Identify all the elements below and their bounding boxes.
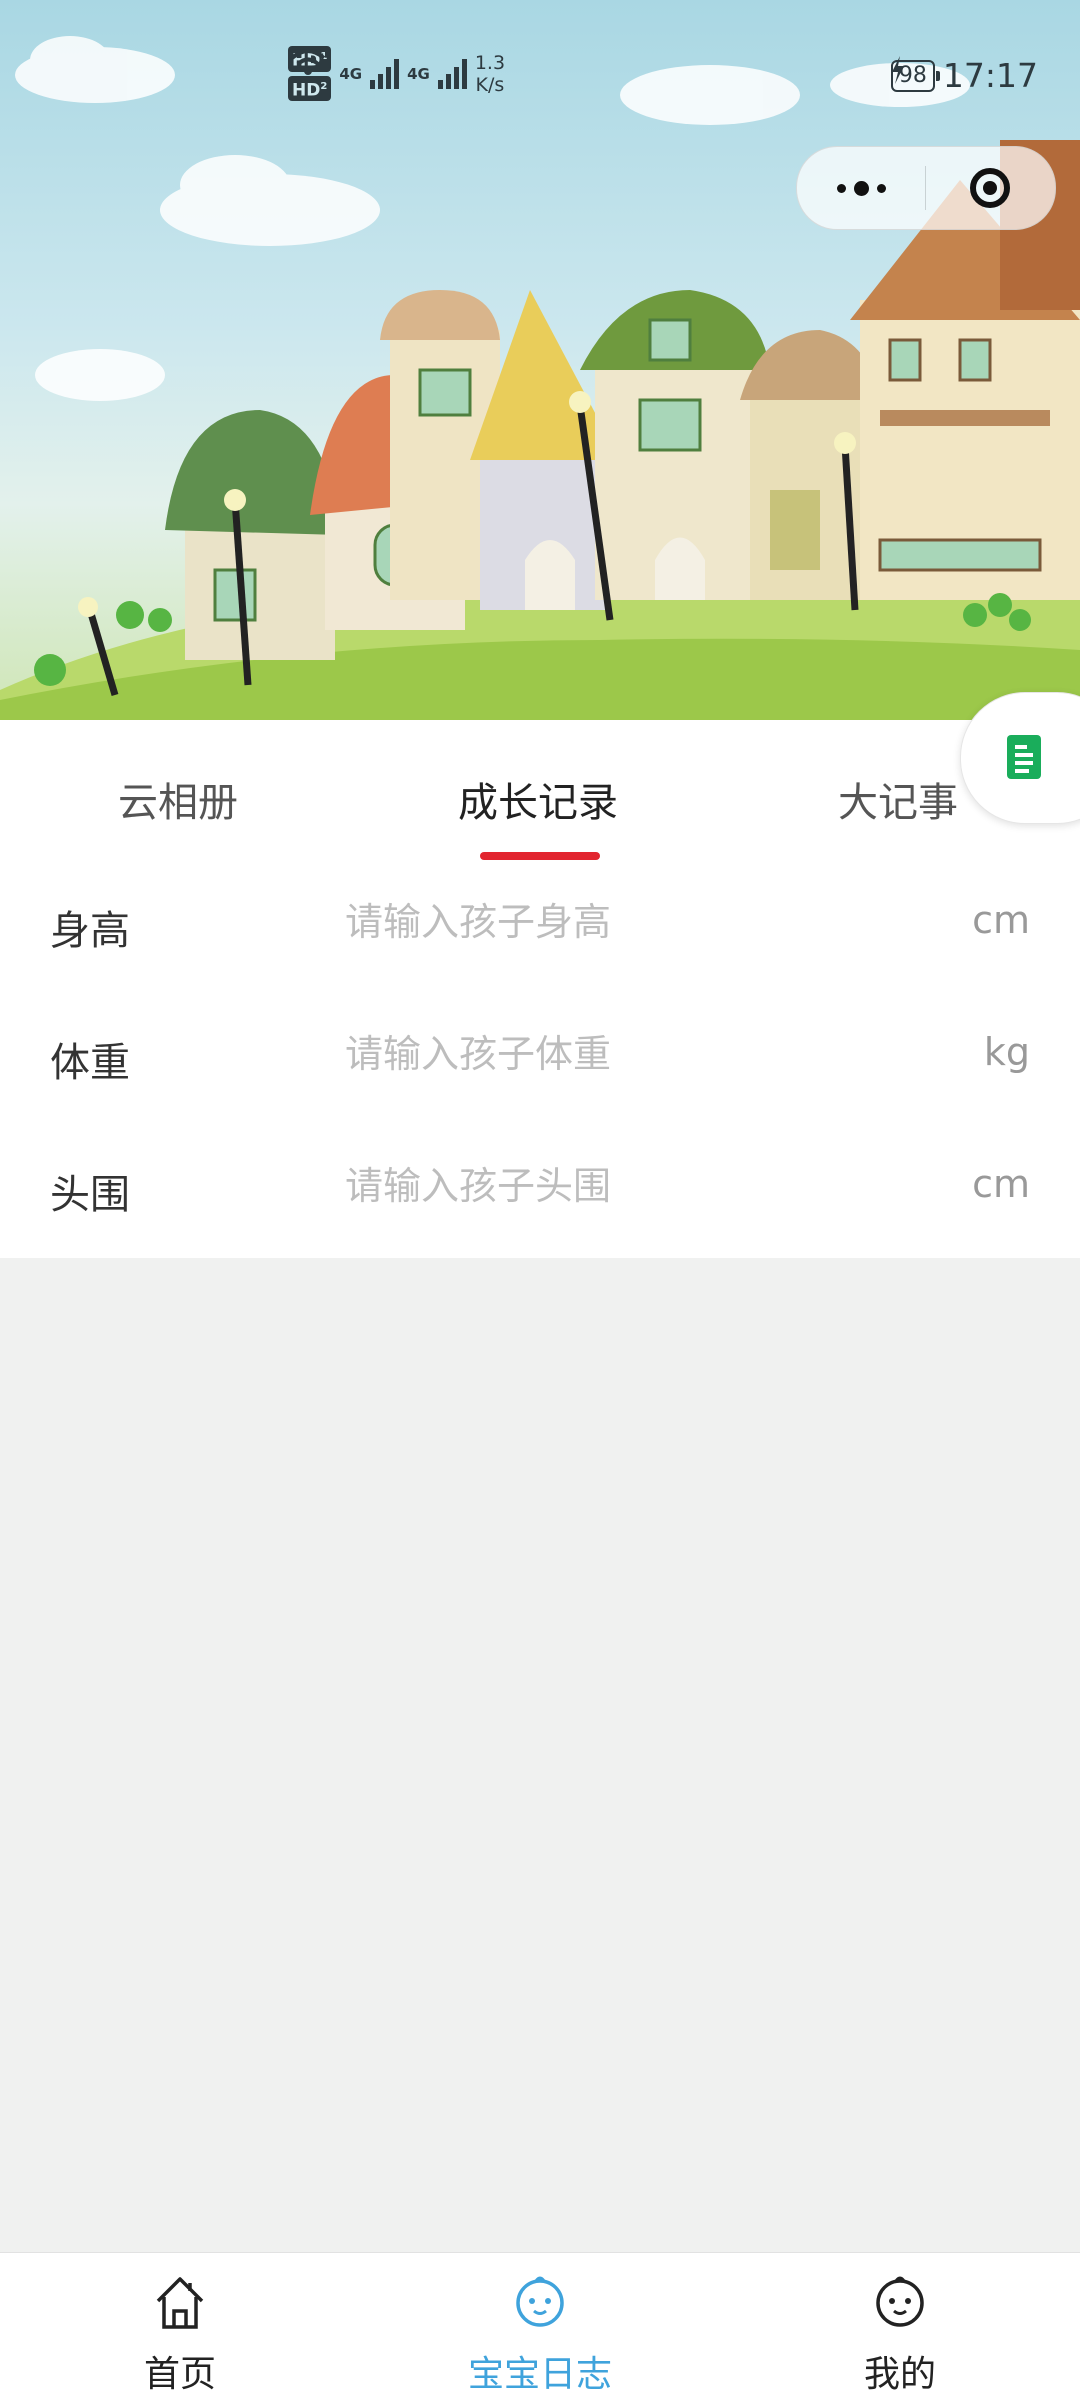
target-close-icon bbox=[970, 168, 1010, 208]
signal-bars-icon bbox=[437, 58, 467, 89]
dot-icon bbox=[836, 183, 846, 193]
dot-icon bbox=[853, 180, 869, 196]
head-circumference-label: 头围 bbox=[50, 1172, 130, 1218]
charging-bolt-icon bbox=[891, 56, 904, 84]
sim2-network-label: 4G bbox=[407, 64, 430, 83]
head-circumference-row: 头围 cm bbox=[0, 1122, 1080, 1252]
tab-bar: 云相册 成长记录 大记事 bbox=[0, 720, 1080, 868]
status-time: 17:17 bbox=[942, 56, 1038, 95]
height-label: 身高 bbox=[50, 908, 130, 954]
baby-face-icon bbox=[516, 2276, 564, 2327]
weight-row: 体重 kg bbox=[0, 990, 1080, 1120]
home-icon bbox=[156, 2277, 204, 2329]
head-circumference-unit: cm bbox=[972, 1162, 1030, 1206]
signal-bars-icon bbox=[370, 58, 400, 89]
tab-milestones[interactable]: 大记事 bbox=[838, 770, 958, 828]
wifi-icon bbox=[290, 49, 326, 75]
bottom-navigation: 首页 宝宝日志 我的 bbox=[0, 2252, 1080, 2401]
miniprogram-capsule bbox=[796, 146, 1056, 230]
baby-face-icon bbox=[876, 2276, 924, 2327]
hero-banner: HD1 HD2 4G 4G 1.3 K/s 98 17:17 bbox=[0, 0, 1080, 720]
weight-input[interactable] bbox=[345, 1022, 905, 1086]
weight-unit: kg bbox=[983, 1030, 1030, 1074]
network-speed: 1.3 K/s bbox=[474, 51, 506, 96]
nav-baby-diary[interactable]: 宝宝日志 bbox=[440, 2253, 640, 2401]
tab-growth-record[interactable]: 成长记录 bbox=[458, 770, 618, 828]
more-options-button[interactable] bbox=[797, 180, 925, 196]
tab-cloud-album[interactable]: 云相册 bbox=[118, 770, 238, 828]
status-bar: HD1 HD2 4G 4G 1.3 K/s 98 17:17 bbox=[0, 0, 1080, 150]
close-miniprogram-button[interactable] bbox=[926, 168, 1054, 208]
document-icon bbox=[1007, 735, 1041, 779]
nav-home-label: 首页 bbox=[143, 2354, 216, 2395]
weight-label: 体重 bbox=[50, 1040, 130, 1086]
nav-home[interactable]: 首页 bbox=[80, 2253, 280, 2401]
dot-icon bbox=[876, 183, 886, 193]
head-circumference-input[interactable] bbox=[345, 1154, 905, 1218]
hd2-badge: HD2 bbox=[288, 75, 332, 102]
floating-document-button[interactable] bbox=[960, 692, 1080, 824]
nav-mine-label: 我的 bbox=[863, 2354, 936, 2395]
height-row: 身高 cm bbox=[0, 858, 1080, 988]
height-input[interactable] bbox=[345, 890, 905, 954]
nav-baby-diary-label: 宝宝日志 bbox=[467, 2354, 612, 2395]
nav-mine[interactable]: 我的 bbox=[800, 2253, 1000, 2401]
sim1-network-label: 4G bbox=[339, 64, 363, 83]
height-unit: cm bbox=[972, 898, 1030, 942]
growth-record-card: 云相册 成长记录 大记事 身高 cm 体重 kg 头围 cm bbox=[0, 720, 1080, 1258]
